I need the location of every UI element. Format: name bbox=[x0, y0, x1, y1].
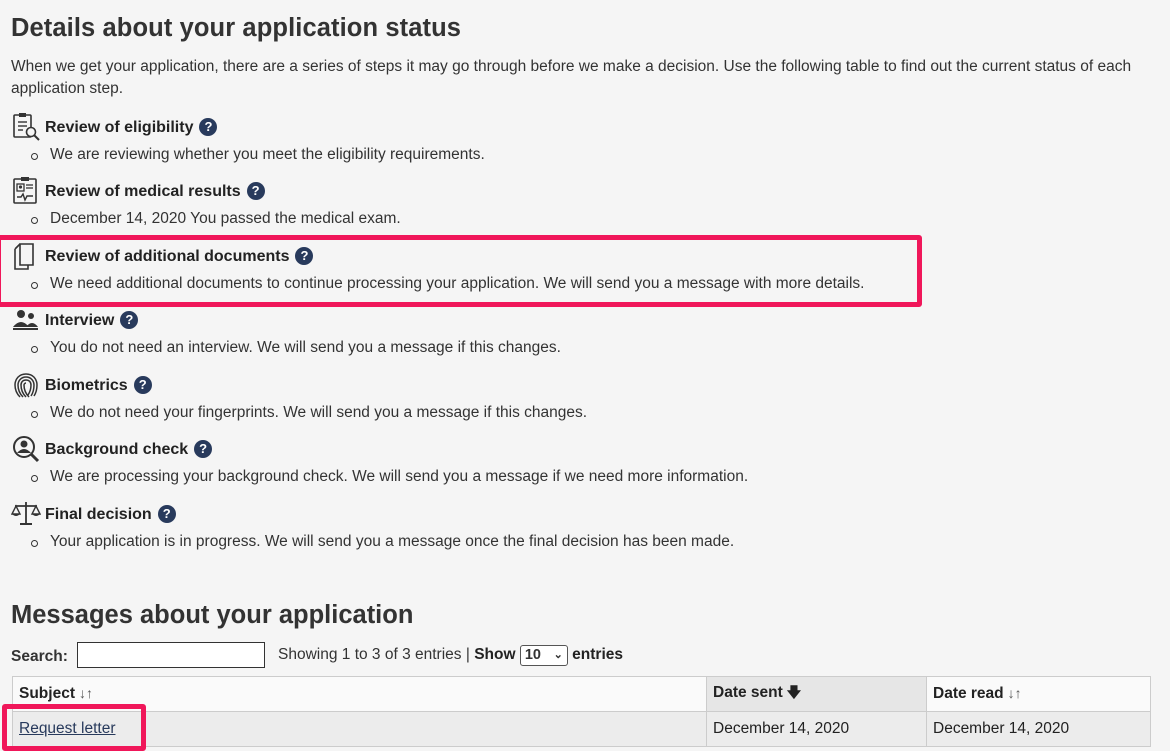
length-value: 10 bbox=[524, 647, 541, 663]
step-detail: We do not need your fingerprints. We wil… bbox=[50, 404, 588, 421]
step-medical: Review of medical results? December 14, … bbox=[11, 177, 1111, 227]
intro-text: When we get your application, there are … bbox=[11, 58, 1132, 97]
bullet bbox=[31, 153, 38, 160]
bullet bbox=[31, 475, 38, 482]
show-label: Show bbox=[474, 646, 516, 663]
step-detail: December 14, 2020 You passed the medical… bbox=[50, 210, 401, 227]
page-title: Details about your application status bbox=[11, 14, 462, 42]
table-info: Showing 1 to 3 of 3 entries | Show 10 ⌄ e… bbox=[278, 645, 623, 666]
entries-label: entries bbox=[572, 646, 624, 663]
chevron-down-icon: ⌄ bbox=[553, 649, 563, 661]
showing-text: Showing 1 to 3 of 3 entries bbox=[278, 646, 462, 663]
help-icon[interactable]: ? bbox=[133, 376, 152, 394]
help-icon[interactable]: ? bbox=[194, 440, 213, 458]
cell-date-sent: December 14, 2020 bbox=[706, 711, 927, 747]
bullet bbox=[31, 411, 38, 418]
people-icon bbox=[13, 310, 38, 330]
help-icon[interactable]: ? bbox=[120, 311, 139, 329]
cell-date-read: December 14, 2020 bbox=[926, 711, 1151, 747]
sort-desc-icon: 🡇 bbox=[786, 684, 802, 700]
messages-table: Subject ↓↑ Date sent 🡇 Date read ↓↑ Request… bbox=[12, 676, 1151, 747]
table-row: Request letter December 14, 2020 Decembe… bbox=[12, 711, 1151, 747]
fingerprint-icon bbox=[14, 373, 38, 398]
scales-icon bbox=[11, 502, 41, 525]
entries-length-select[interactable]: 10 ⌄ bbox=[519, 645, 568, 666]
sort-both-icon: ↓↑ bbox=[78, 685, 93, 701]
separator: | bbox=[465, 646, 470, 663]
bullet bbox=[31, 217, 38, 224]
step-interview: Interview? You do not need an interview.… bbox=[11, 309, 1111, 356]
bullet bbox=[31, 540, 38, 547]
help-icon[interactable]: ? bbox=[246, 182, 265, 200]
highlight-box-documents bbox=[0, 235, 922, 307]
search-input[interactable] bbox=[77, 642, 265, 668]
step-biometrics: Biometrics? We do not need your fingerpr… bbox=[11, 373, 1111, 421]
step-title: Biometrics bbox=[45, 377, 128, 394]
column-date-sent[interactable]: Date sent 🡇 bbox=[706, 676, 927, 712]
step-detail: Your application is in progress. We will… bbox=[50, 533, 735, 550]
step-detail: We are reviewing whether you meet the el… bbox=[50, 146, 485, 163]
step-title: Interview bbox=[45, 312, 115, 329]
bullet bbox=[31, 346, 38, 353]
table-header-row: Subject ↓↑ Date sent 🡇 Date read ↓↑ bbox=[12, 676, 1151, 712]
step-detail: You do not need an interview. We will se… bbox=[50, 339, 561, 356]
step-title: Review of medical results bbox=[45, 183, 241, 200]
step-detail: We are processing your background check.… bbox=[50, 468, 749, 485]
sort-both-icon: ↓↑ bbox=[1007, 685, 1022, 701]
help-icon[interactable]: ? bbox=[199, 118, 218, 136]
highlight-box-request-letter bbox=[2, 704, 146, 751]
messages-heading: Messages about your application bbox=[11, 601, 414, 629]
clipboard-search-icon bbox=[13, 113, 40, 141]
medical-report-icon bbox=[13, 177, 37, 204]
step-title: Background check bbox=[45, 441, 189, 458]
step-title: Review of eligibility bbox=[45, 119, 194, 136]
column-date-read[interactable]: Date read ↓↑ bbox=[926, 676, 1151, 712]
search-label: Search: bbox=[11, 648, 68, 665]
step-eligibility: Review of eligibility? We are reviewing … bbox=[11, 113, 1111, 163]
person-search-icon bbox=[13, 436, 40, 463]
step-background-check: Background check? We are processing your… bbox=[11, 436, 1111, 485]
step-final-decision: Final decision? Your application is in p… bbox=[11, 502, 1111, 550]
step-title: Final decision bbox=[45, 506, 152, 523]
help-icon[interactable]: ? bbox=[157, 505, 176, 523]
